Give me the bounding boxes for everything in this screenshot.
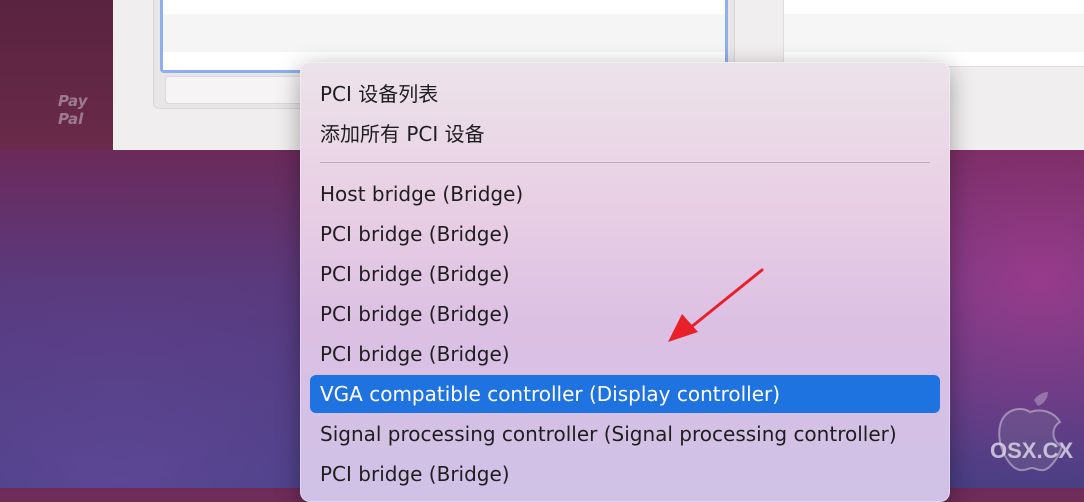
device-list-row[interactable] <box>163 14 725 52</box>
paypal-logo: Pay Pal <box>58 92 98 128</box>
window-sidebar: Pay Pal <box>0 0 113 150</box>
paypal-logo-line2: Pal <box>58 110 84 128</box>
menu-item-device[interactable]: PCI bridge (Bridge) <box>310 255 940 293</box>
watermark-text: OSX.CX <box>990 438 1074 463</box>
right-panel-list[interactable] <box>783 0 1084 67</box>
device-panel-button[interactable] <box>165 76 317 104</box>
menu-item-device[interactable]: PCI bridge (Bridge) <box>310 455 940 493</box>
paypal-logo-line1: Pay <box>58 92 88 110</box>
menu-item-device[interactable]: Host bridge (Bridge) <box>310 175 940 213</box>
menu-item-device[interactable]: PCI bridge (Bridge) <box>310 335 940 373</box>
pci-device-popup-menu: PCI 设备列表 添加所有 PCI 设备 Host bridge (Bridge… <box>300 62 950 502</box>
menu-item-device-selected[interactable]: VGA compatible controller (Display contr… <box>310 375 940 413</box>
menu-item-device[interactable]: PCI bridge (Bridge) <box>310 295 940 333</box>
menu-item-add-all-pci-devices[interactable]: 添加所有 PCI 设备 <box>310 113 940 151</box>
menu-item-pci-device-list[interactable]: PCI 设备列表 <box>310 73 940 111</box>
menu-item-device[interactable]: PCI bridge (Bridge) <box>310 215 940 253</box>
right-panel-row[interactable] <box>784 14 1084 52</box>
menu-item-device[interactable]: Signal processing controller (Signal pro… <box>310 415 940 453</box>
menu-separator <box>320 162 930 163</box>
apple-logo-watermark-icon <box>998 392 1064 472</box>
